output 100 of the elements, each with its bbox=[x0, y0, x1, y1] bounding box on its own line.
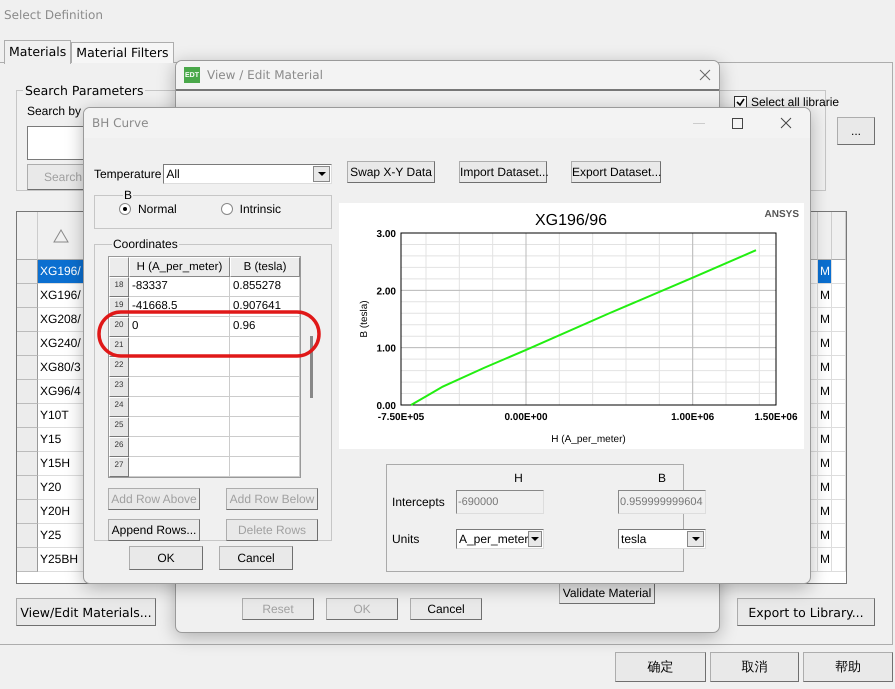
row-header[interactable] bbox=[17, 428, 38, 452]
column-header: H (A_per_meter) bbox=[129, 257, 230, 277]
dropdown-button[interactable] bbox=[528, 531, 542, 547]
row-header[interactable] bbox=[17, 260, 38, 284]
caret-icon bbox=[318, 172, 326, 176]
tab[interactable]: Material Filters bbox=[71, 42, 174, 63]
table-cell[interactable]: 0.96 bbox=[230, 317, 300, 337]
table-cell[interactable] bbox=[230, 417, 300, 437]
unit-dropdown[interactable]: A_per_meter bbox=[456, 529, 544, 549]
table-cell[interactable] bbox=[129, 357, 230, 377]
radio-option[interactable]: Normal bbox=[119, 202, 177, 216]
row-header[interactable] bbox=[17, 284, 38, 308]
check-icon bbox=[736, 98, 745, 106]
field-label: Search by bbox=[27, 104, 82, 118]
row-header[interactable] bbox=[17, 500, 38, 524]
table-cell[interactable] bbox=[230, 377, 300, 397]
button[interactable]: OK bbox=[129, 546, 203, 570]
button[interactable]: Append Rows... bbox=[108, 519, 200, 541]
group-label: Coordinates bbox=[112, 237, 179, 251]
table-cell[interactable]: 0 bbox=[129, 317, 230, 337]
field-label: Temperature bbox=[94, 167, 162, 181]
unit-dropdown[interactable]: tesla bbox=[618, 529, 706, 549]
dialog-button[interactable]: 帮助 bbox=[803, 652, 893, 682]
minimize-icon[interactable] bbox=[693, 122, 705, 124]
table-cell[interactable]: 0.907641 bbox=[230, 297, 300, 317]
row-header[interactable] bbox=[17, 524, 38, 548]
dialog-button[interactable]: 取消 bbox=[710, 652, 799, 682]
validate-button[interactable]: Validate Material bbox=[559, 582, 655, 604]
group-label: Search Parameters bbox=[24, 83, 144, 98]
maximize-icon[interactable] bbox=[732, 118, 743, 128]
sort-icon bbox=[52, 228, 68, 242]
row-number: 26 bbox=[109, 437, 129, 457]
row-number: 18 bbox=[109, 277, 129, 297]
button[interactable]: Import Dataset... bbox=[459, 161, 547, 183]
window-title: View / Edit Material bbox=[207, 68, 323, 82]
table-cell[interactable] bbox=[129, 457, 230, 477]
table-cell[interactable]: -83337 bbox=[129, 277, 230, 297]
table-cell: M bbox=[818, 404, 832, 428]
table-cell: M bbox=[818, 260, 832, 284]
temperature-dropdown[interactable]: All bbox=[163, 164, 332, 184]
table-cell: M bbox=[818, 380, 832, 404]
row-header[interactable] bbox=[17, 404, 38, 428]
table-cell[interactable] bbox=[230, 457, 300, 477]
table-cell[interactable]: 0.855278 bbox=[230, 277, 300, 297]
table-cell: M bbox=[818, 452, 832, 476]
table-cell[interactable] bbox=[129, 417, 230, 437]
scrollbar-thumb[interactable] bbox=[310, 336, 313, 398]
chart-title: XG196/96 bbox=[534, 212, 608, 229]
y-tick-label: 3.00 bbox=[376, 229, 396, 240]
row-header[interactable] bbox=[17, 452, 38, 476]
button[interactable]: Export Dataset... bbox=[571, 161, 661, 183]
dropdown-button[interactable] bbox=[313, 166, 330, 182]
y-tick-label: 0.00 bbox=[376, 401, 396, 412]
button[interactable]: Swap X-Y Data bbox=[347, 161, 435, 183]
checkbox-label: Select all librarie bbox=[751, 95, 840, 109]
field-label: Intercepts bbox=[392, 495, 446, 509]
table-cell[interactable] bbox=[230, 357, 300, 377]
radio-button[interactable] bbox=[220, 203, 233, 215]
table-cell[interactable] bbox=[230, 397, 300, 417]
table-cell: M bbox=[818, 500, 832, 524]
x-tick-label: 1.00E+06 bbox=[671, 412, 714, 423]
browse-button[interactable]: ... bbox=[837, 117, 875, 145]
table-cell[interactable] bbox=[129, 377, 230, 397]
x-tick-label: -7.50E+05 bbox=[378, 412, 424, 423]
caret-icon bbox=[692, 537, 700, 541]
caret-icon bbox=[531, 537, 540, 541]
column-header[interactable] bbox=[38, 212, 84, 260]
row-header[interactable] bbox=[17, 332, 38, 356]
row-header[interactable] bbox=[17, 476, 38, 500]
table-cell[interactable]: -41668.5 bbox=[129, 297, 230, 317]
radio-button[interactable] bbox=[119, 203, 131, 215]
brand-label: ANSYS bbox=[764, 209, 799, 220]
checkbox[interactable] bbox=[734, 96, 747, 108]
dropdown-button[interactable] bbox=[687, 531, 704, 547]
view-edit-button[interactable]: View/Edit Materials... bbox=[16, 598, 156, 626]
export-button[interactable]: Export to Library... bbox=[737, 598, 875, 626]
x-tick-label: 1.50E+06 bbox=[754, 412, 798, 423]
table-cell: M bbox=[818, 308, 832, 332]
table-cell: M bbox=[818, 476, 832, 500]
table-cell: M bbox=[818, 332, 832, 356]
tab[interactable]: Materials bbox=[4, 40, 72, 64]
table-cell[interactable]: XG196/ bbox=[38, 260, 84, 284]
search-field[interactable] bbox=[27, 126, 83, 160]
row-header[interactable] bbox=[17, 356, 38, 380]
dialog-button[interactable]: 确定 bbox=[615, 652, 706, 682]
row-number: 22 bbox=[109, 357, 129, 377]
row-header[interactable] bbox=[17, 380, 38, 404]
close-icon[interactable] bbox=[699, 69, 711, 81]
radio-option[interactable]: Intrinsic bbox=[220, 202, 282, 216]
table-cell[interactable] bbox=[230, 437, 300, 457]
window-title: BH Curve bbox=[92, 116, 148, 130]
row-number: 23 bbox=[109, 377, 129, 397]
button[interactable]: Cancel bbox=[219, 546, 293, 570]
row-header[interactable] bbox=[17, 548, 38, 572]
button[interactable]: Cancel bbox=[410, 598, 482, 620]
row-number: 27 bbox=[109, 457, 129, 477]
row-header[interactable] bbox=[17, 308, 38, 332]
table-cell[interactable] bbox=[129, 437, 230, 457]
table-cell[interactable] bbox=[129, 397, 230, 417]
close-icon[interactable] bbox=[780, 117, 792, 129]
